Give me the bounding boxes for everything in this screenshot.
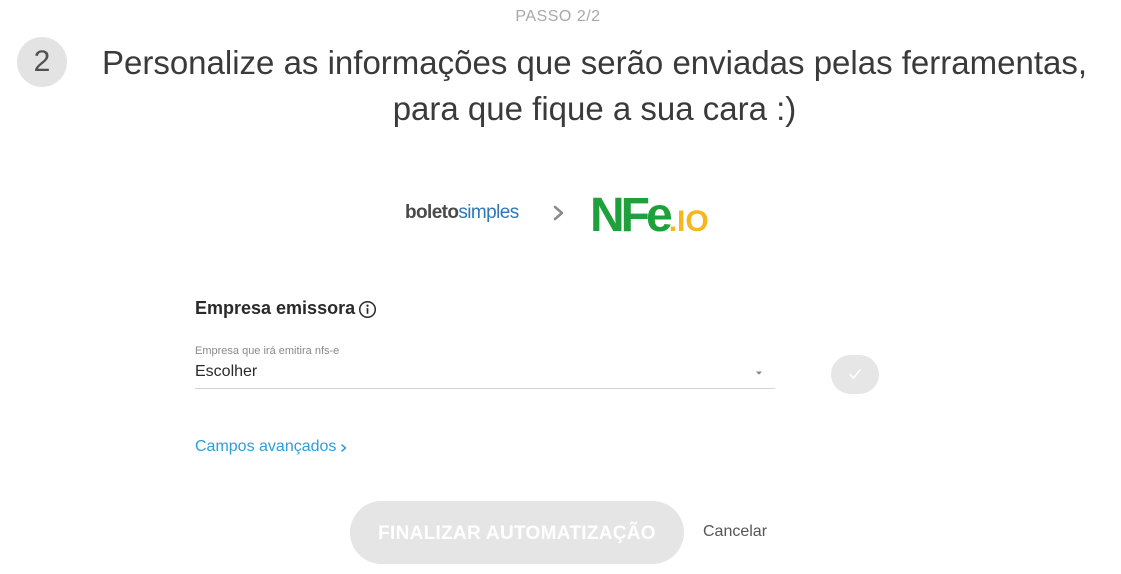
- caret-down-icon: [756, 371, 762, 375]
- check-icon: [849, 369, 861, 379]
- advanced-fields-link[interactable]: Campos avançados: [195, 438, 336, 456]
- confirm-button[interactable]: [831, 355, 879, 394]
- page-title: Personalize as informações que serão env…: [101, 44, 1088, 127]
- automation-step-page: PASSO 2/2 2 Personalize as informações q…: [0, 0, 1121, 574]
- chevron-right-icon[interactable]: [340, 443, 348, 453]
- issuer-select-value: Escolher: [195, 363, 258, 380]
- cancel-link[interactable]: Cancelar: [703, 523, 767, 541]
- boletosimples-logo-part1: boleto: [405, 202, 459, 223]
- nfeio-logo: NFe.IO: [590, 188, 709, 242]
- nfeio-logo-part2: .IO: [668, 205, 709, 238]
- info-circle-icon[interactable]: [358, 300, 377, 319]
- chevron-right-icon: [553, 205, 564, 221]
- step-indicator: PASSO 2/2: [515, 8, 601, 25]
- section-title: Empresa emissora: [195, 298, 356, 318]
- boletosimples-logo: boletosimples: [405, 202, 519, 224]
- boletosimples-logo-part2: simples: [458, 202, 519, 223]
- finish-automation-button[interactable]: FINALIZAR AUTOMATIZAÇÃO: [350, 501, 684, 564]
- issuer-select[interactable]: Escolher: [195, 360, 775, 389]
- step-number-badge: 2: [17, 37, 67, 87]
- integration-logos: boletosimples NFe.IO: [0, 188, 1116, 248]
- issuer-field-label: Empresa que irá emitira nfs-e: [195, 345, 340, 357]
- nfeio-logo-part1: NFe: [590, 189, 673, 242]
